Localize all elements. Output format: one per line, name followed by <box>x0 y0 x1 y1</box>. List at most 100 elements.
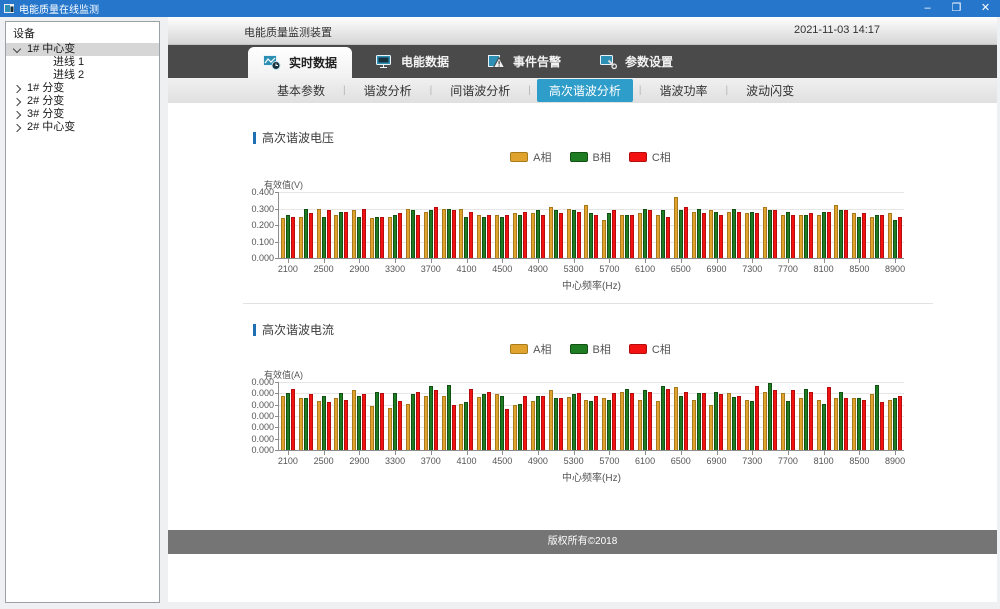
chevron-right-icon[interactable] <box>13 123 21 131</box>
bar-A相-3900[interactable] <box>442 396 446 450</box>
bar-A相-6700[interactable] <box>692 400 696 450</box>
bar-B相-2100[interactable] <box>286 215 290 258</box>
bar-B相-6500[interactable] <box>679 396 683 450</box>
bar-C相-3500[interactable] <box>416 392 420 450</box>
bar-B相-8500[interactable] <box>857 217 861 258</box>
bar-C相-6300[interactable] <box>666 217 670 258</box>
bar-C相-6700[interactable] <box>702 213 706 258</box>
legend-item-C相[interactable]: C相 <box>629 149 671 165</box>
bar-A相-5900[interactable] <box>620 392 624 450</box>
bar-A相-2300[interactable] <box>299 398 303 450</box>
bar-C相-6300[interactable] <box>666 389 670 450</box>
bar-A相-8900[interactable] <box>888 400 892 450</box>
bar-C相-8300[interactable] <box>844 210 848 258</box>
subtab-flicker[interactable]: 波动闪变 <box>734 79 806 102</box>
bar-C相-8300[interactable] <box>844 398 848 450</box>
bar-A相-4700[interactable] <box>513 213 517 258</box>
bar-A相-7900[interactable] <box>799 215 803 258</box>
bar-C相-7700[interactable] <box>791 390 795 450</box>
bar-B相-5300[interactable] <box>572 210 576 258</box>
bar-A相-8700[interactable] <box>870 394 874 450</box>
bar-B相-3300[interactable] <box>393 393 397 450</box>
bar-B相-7500[interactable] <box>768 383 772 450</box>
bar-B相-7300[interactable] <box>750 401 754 450</box>
subtab-interharmonic-analysis[interactable]: 间谐波分析 <box>438 79 522 102</box>
bar-B相-4700[interactable] <box>518 215 522 258</box>
bar-A相-8500[interactable] <box>852 213 856 258</box>
bar-C相-4100[interactable] <box>469 212 473 258</box>
bar-C相-3300[interactable] <box>398 401 402 450</box>
bar-A相-2900[interactable] <box>352 210 356 258</box>
sidebar-item-sub-transformer-2[interactable]: 2# 分变 <box>6 95 159 108</box>
bar-B相-3300[interactable] <box>393 215 397 258</box>
bar-C相-2700[interactable] <box>344 400 348 450</box>
bar-C相-7300[interactable] <box>755 213 759 258</box>
subtab-harmonic-power[interactable]: 谐波功率 <box>648 79 720 102</box>
bar-A相-2900[interactable] <box>352 390 356 450</box>
bar-A相-8300[interactable] <box>834 398 838 450</box>
chevron-right-icon[interactable] <box>13 84 21 92</box>
bar-B相-2900[interactable] <box>357 396 361 450</box>
bar-A相-3700[interactable] <box>424 396 428 450</box>
bar-A相-4300[interactable] <box>477 215 481 258</box>
bar-A相-8100[interactable] <box>817 400 821 450</box>
bar-A相-7300[interactable] <box>745 400 749 450</box>
bar-A相-8100[interactable] <box>817 215 821 258</box>
sidebar-item-sub-transformer-1[interactable]: 1# 分变 <box>6 82 159 95</box>
bar-B相-7900[interactable] <box>804 389 808 450</box>
bar-B相-4100[interactable] <box>464 402 468 450</box>
chevron-right-icon[interactable] <box>13 110 21 118</box>
bar-C相-4900[interactable] <box>541 215 545 258</box>
bar-A相-7900[interactable] <box>799 398 803 450</box>
bar-B相-6300[interactable] <box>661 386 665 450</box>
bar-C相-2300[interactable] <box>309 213 313 258</box>
subtab-harmonic-analysis[interactable]: 谐波分析 <box>352 79 424 102</box>
bar-A相-4100[interactable] <box>459 209 463 258</box>
bar-A相-6700[interactable] <box>692 212 696 258</box>
sidebar-item-sub-transformer-3[interactable]: 3# 分变 <box>6 108 159 121</box>
bar-B相-5900[interactable] <box>625 389 629 450</box>
bar-B相-8700[interactable] <box>875 385 879 450</box>
bar-A相-6900[interactable] <box>709 405 713 450</box>
bar-A相-8500[interactable] <box>852 398 856 450</box>
bar-A相-2100[interactable] <box>281 218 285 258</box>
bar-C相-3100[interactable] <box>380 217 384 258</box>
bar-B相-2700[interactable] <box>339 212 343 258</box>
bar-B相-3100[interactable] <box>375 217 379 258</box>
legend-item-A相[interactable]: A相 <box>510 341 551 357</box>
bar-A相-4100[interactable] <box>459 404 463 450</box>
bar-C相-6900[interactable] <box>719 394 723 450</box>
bar-C相-6100[interactable] <box>648 392 652 450</box>
bar-C相-8700[interactable] <box>880 402 884 450</box>
bar-C相-3500[interactable] <box>416 215 420 258</box>
bar-C相-3900[interactable] <box>452 405 456 450</box>
bar-C相-6500[interactable] <box>684 392 688 450</box>
bar-C相-4300[interactable] <box>487 392 491 450</box>
bar-C相-5300[interactable] <box>577 393 581 450</box>
bar-B相-5900[interactable] <box>625 215 629 258</box>
bar-A相-5700[interactable] <box>602 220 606 258</box>
bar-A相-2700[interactable] <box>334 215 338 258</box>
bar-A相-2300[interactable] <box>299 217 303 258</box>
bar-C相-8100[interactable] <box>827 212 831 258</box>
tab-energy-data[interactable]: 电能数据 <box>360 45 464 78</box>
bar-A相-3100[interactable] <box>370 218 374 258</box>
chevron-down-icon[interactable] <box>13 44 21 52</box>
bar-A相-5500[interactable] <box>584 205 588 258</box>
bar-C相-3700[interactable] <box>434 390 438 450</box>
bar-A相-7500[interactable] <box>763 207 767 258</box>
bar-A相-6900[interactable] <box>709 210 713 258</box>
bar-A相-8700[interactable] <box>870 217 874 258</box>
bar-B相-8100[interactable] <box>822 212 826 258</box>
bar-C相-2500[interactable] <box>327 402 331 450</box>
bar-A相-8900[interactable] <box>888 213 892 258</box>
bar-C相-4300[interactable] <box>487 215 491 258</box>
bar-B相-6500[interactable] <box>679 210 683 258</box>
bar-B相-6300[interactable] <box>661 210 665 258</box>
bar-B相-6100[interactable] <box>643 390 647 450</box>
bar-C相-5100[interactable] <box>559 398 563 450</box>
bar-C相-2900[interactable] <box>362 394 366 450</box>
bar-A相-3100[interactable] <box>370 406 374 450</box>
bar-B相-5100[interactable] <box>554 210 558 258</box>
bar-C相-7500[interactable] <box>773 210 777 258</box>
